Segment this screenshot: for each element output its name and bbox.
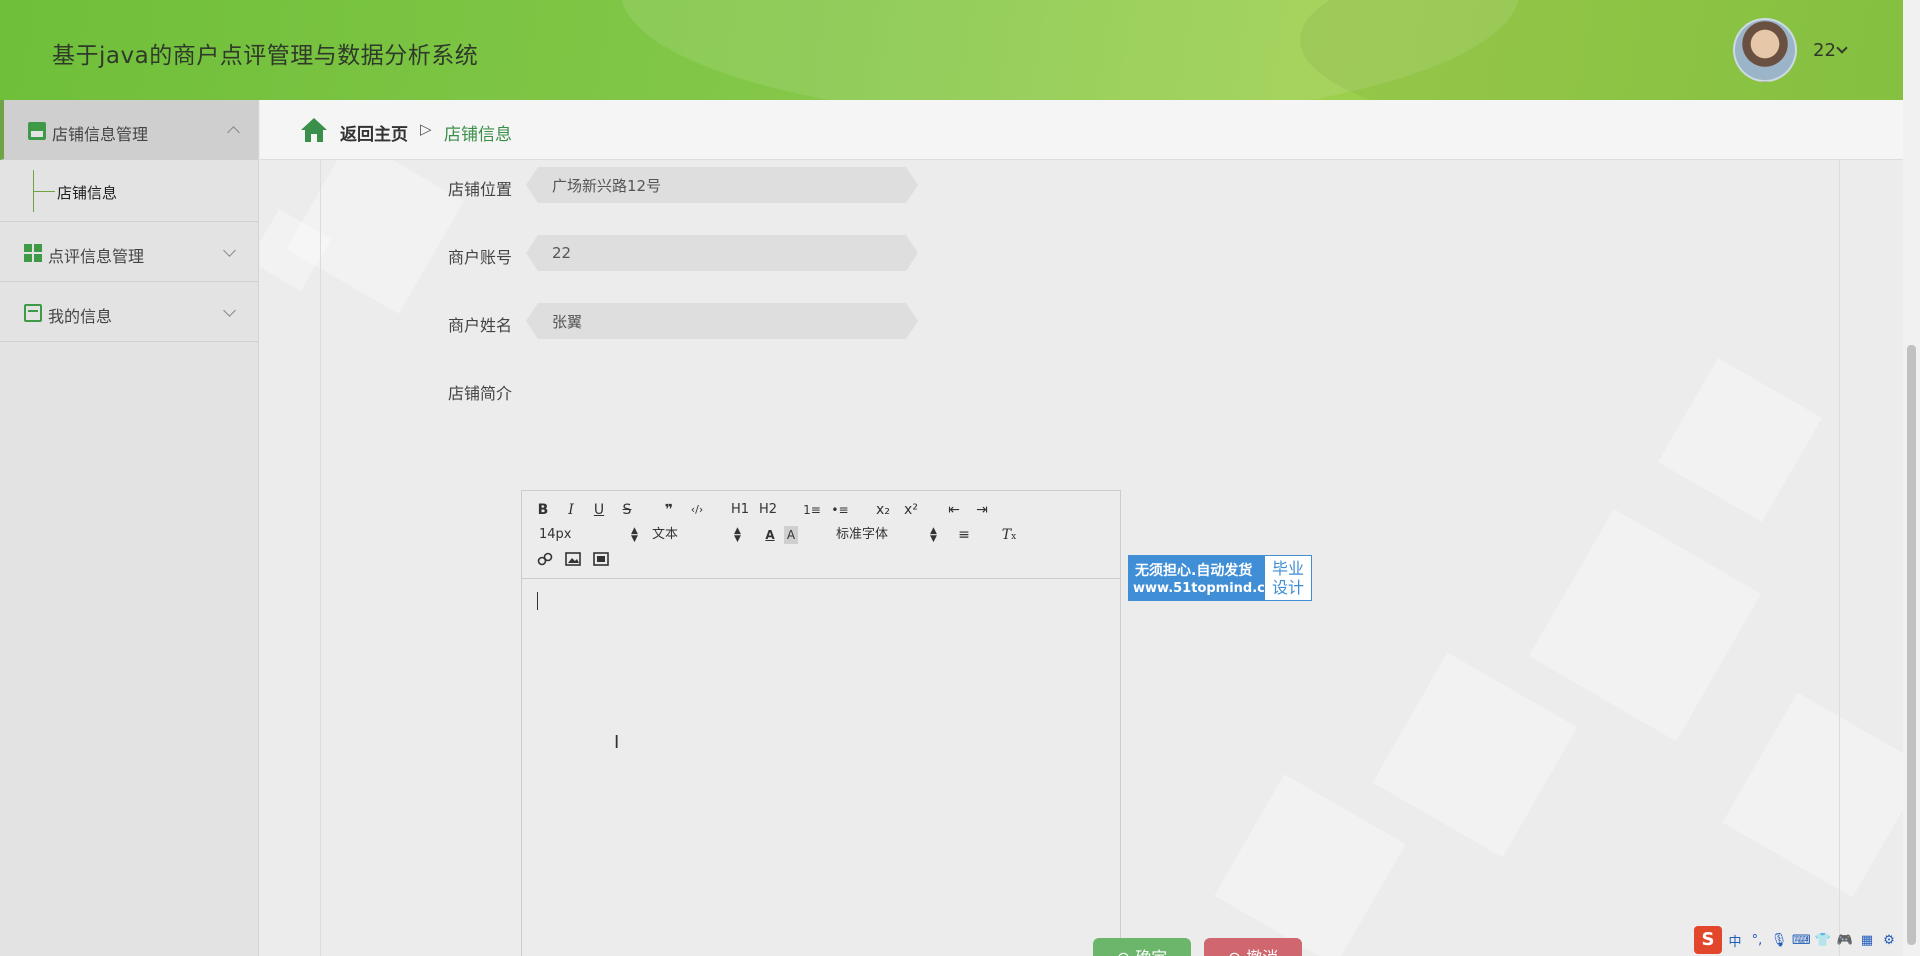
watermark-box-line2: 设计 bbox=[1271, 578, 1304, 597]
rich-text-editor[interactable]: B I U S ❞ ‹/› H1 H2 1≡ •≡ x₂ x² ⇤ ⇥ 14px… bbox=[521, 490, 1121, 956]
sogou-logo-icon[interactable]: S bbox=[1694, 926, 1722, 954]
font-size-value: 14px bbox=[539, 527, 572, 542]
sidebar-subitem-label: 店铺信息 bbox=[57, 184, 118, 202]
ime-punctuation-toggle[interactable]: °, bbox=[1748, 933, 1766, 948]
breadcrumb: 返回主页 ▷ 店铺信息 bbox=[260, 100, 1903, 160]
location-label: 店铺位置 bbox=[448, 180, 513, 199]
italic-button[interactable]: I bbox=[561, 501, 581, 519]
keyboard-icon[interactable]: ⌨ bbox=[1792, 933, 1811, 948]
page-scrollbar[interactable] bbox=[1903, 0, 1920, 956]
ime-language-toggle[interactable]: 中 bbox=[1726, 931, 1744, 950]
sidebar-item-label: 店铺信息管理 bbox=[52, 125, 149, 144]
underline-button[interactable]: U bbox=[589, 501, 609, 519]
intro-label: 店铺简介 bbox=[448, 384, 513, 403]
chevron-down-icon bbox=[223, 244, 236, 257]
main-content: 返回主页 ▷ 店铺信息 店铺位置 商户账号 商户姓名 店铺简介 B I U S … bbox=[260, 100, 1903, 956]
watermark-badge: 无须担心.自动发货 www.51topmind.com 毕业 设计 bbox=[1128, 555, 1312, 601]
app-header: 基于java的商户点评管理与数据分析系统 22 bbox=[0, 0, 1903, 100]
outdent-button[interactable]: ⇤ bbox=[944, 501, 964, 519]
paragraph-value: 文本 bbox=[652, 527, 679, 542]
font-size-select[interactable]: 14px ▲ ▼ bbox=[539, 526, 638, 544]
text-caret bbox=[537, 592, 538, 610]
user-avatar[interactable] bbox=[1733, 18, 1797, 82]
apps-grid-icon[interactable]: ▦ bbox=[1858, 933, 1876, 948]
gear-icon[interactable]: ⚙ bbox=[1880, 933, 1898, 948]
select-arrows-icon: ▲ ▼ bbox=[631, 526, 638, 544]
blockquote-button[interactable]: ❞ bbox=[659, 501, 679, 519]
game-icon[interactable]: 🎮 bbox=[1836, 933, 1854, 948]
home-icon[interactable] bbox=[300, 117, 328, 143]
font-family-value: 标准字体 bbox=[836, 527, 889, 542]
name-input[interactable] bbox=[526, 303, 918, 339]
watermark-line1: 无须担心.自动发货 bbox=[1135, 563, 1253, 579]
align-icon[interactable]: ≡ bbox=[954, 526, 974, 544]
breadcrumb-current: 店铺信息 bbox=[444, 125, 512, 145]
bold-button[interactable]: B bbox=[533, 501, 553, 519]
confirm-button[interactable]: ⊙ 确定 bbox=[1093, 938, 1191, 956]
microphone-icon[interactable]: 🎙 bbox=[1770, 933, 1788, 948]
watermark-box: 毕业 设计 bbox=[1265, 556, 1311, 600]
i-beam-cursor-icon: I bbox=[614, 732, 620, 753]
superscript-button[interactable]: x² bbox=[901, 501, 921, 519]
ime-toolbar: S 中 °, 🎙 ⌨ 👕 🎮 ▦ ⚙ bbox=[1694, 926, 1898, 954]
location-input[interactable] bbox=[526, 167, 918, 203]
sidebar-item-store-management[interactable]: 店铺信息管理 bbox=[0, 100, 258, 160]
card-icon bbox=[24, 304, 42, 322]
breadcrumb-separator: ▷ bbox=[420, 120, 432, 138]
account-input[interactable] bbox=[526, 235, 918, 271]
cancel-button[interactable]: ⊙ 撤消 bbox=[1204, 938, 1302, 956]
sidebar: 店铺信息管理 店铺信息 点评信息管理 我的信息 bbox=[0, 100, 259, 956]
editor-content-area[interactable]: I bbox=[522, 580, 1120, 956]
link-icon[interactable] bbox=[537, 552, 553, 566]
scrollbar-thumb[interactable] bbox=[1907, 345, 1916, 945]
grid-icon bbox=[24, 244, 42, 262]
indent-button[interactable]: ⇥ bbox=[972, 501, 992, 519]
select-arrows-icon: ▲ ▼ bbox=[734, 526, 741, 544]
sidebar-item-label: 点评信息管理 bbox=[48, 247, 145, 266]
tree-tick bbox=[33, 191, 55, 192]
name-label: 商户姓名 bbox=[448, 316, 513, 335]
ordered-list-button[interactable]: 1≡ bbox=[802, 501, 822, 519]
user-name[interactable]: 22 bbox=[1813, 40, 1836, 61]
font-family-select[interactable]: 标准字体 ▲ ▼ bbox=[836, 526, 937, 544]
highlight-icon[interactable]: A bbox=[784, 526, 798, 544]
sidebar-item-my-info[interactable]: 我的信息 bbox=[0, 282, 258, 342]
chevron-up-icon bbox=[227, 126, 240, 139]
sidebar-item-label: 我的信息 bbox=[48, 307, 113, 326]
clear-format-icon[interactable]: Tx bbox=[999, 526, 1019, 546]
chevron-down-icon bbox=[223, 304, 236, 317]
subscript-button[interactable]: x₂ bbox=[873, 501, 893, 519]
breadcrumb-home-link[interactable]: 返回主页 bbox=[340, 120, 408, 145]
skin-icon[interactable]: 👕 bbox=[1814, 933, 1832, 948]
code-button[interactable]: ‹/› bbox=[687, 501, 707, 519]
sidebar-item-review-management[interactable]: 点评信息管理 bbox=[0, 222, 258, 282]
sidebar-subitem-store-info[interactable]: 店铺信息 bbox=[0, 160, 258, 222]
strikethrough-button[interactable]: S bbox=[617, 501, 637, 519]
app-title: 基于java的商户点评管理与数据分析系统 bbox=[52, 43, 479, 69]
account-label: 商户账号 bbox=[448, 248, 513, 267]
store-icon bbox=[28, 122, 46, 140]
select-arrows-icon: ▲ ▼ bbox=[930, 526, 937, 544]
video-icon[interactable] bbox=[593, 552, 609, 566]
watermark-box-line1: 毕业 bbox=[1271, 559, 1304, 578]
editor-toolbar: B I U S ❞ ‹/› H1 H2 1≡ •≡ x₂ x² ⇤ ⇥ 14px… bbox=[522, 491, 1120, 579]
image-icon[interactable] bbox=[565, 552, 581, 566]
font-color-icon[interactable]: A bbox=[760, 526, 780, 544]
heading2-button[interactable]: H2 bbox=[758, 501, 778, 519]
paragraph-select[interactable]: 文本 ▲ ▼ bbox=[652, 526, 741, 544]
bullet-list-button[interactable]: •≡ bbox=[830, 501, 850, 519]
heading1-button[interactable]: H1 bbox=[730, 501, 750, 519]
